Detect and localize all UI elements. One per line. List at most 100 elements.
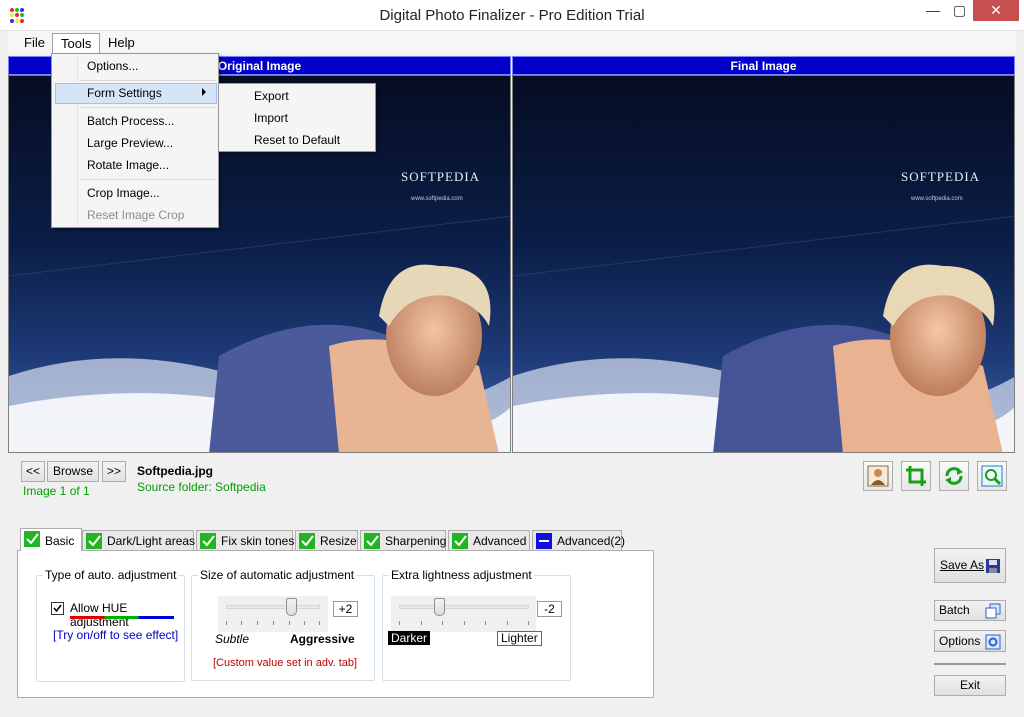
menu-item-form-settings[interactable]: Form Settings bbox=[87, 82, 162, 104]
tab-advanced[interactable]: Advanced bbox=[448, 530, 530, 550]
check-icon bbox=[299, 533, 315, 549]
options-label: Options bbox=[939, 634, 981, 648]
lightness-slider-thumb[interactable] bbox=[434, 598, 445, 616]
tab-sharpening[interactable]: Sharpening bbox=[360, 530, 446, 550]
final-image-header: Final Image bbox=[512, 56, 1015, 75]
auto-adjustment-type-group: Type of auto. adjustment Allow HUE adjus… bbox=[36, 568, 185, 682]
custom-value-note: [Custom value set in adv. tab] bbox=[213, 657, 358, 669]
portrait-icon bbox=[867, 465, 889, 487]
darker-label[interactable]: Darker bbox=[388, 631, 431, 645]
crop-button[interactable] bbox=[901, 461, 931, 491]
menu-item-large-preview[interactable]: Large Preview... bbox=[87, 132, 173, 154]
options-button[interactable]: Options bbox=[934, 630, 1006, 652]
tab-label: Fix skin tones bbox=[221, 534, 295, 548]
tab-label: Resize bbox=[320, 534, 357, 548]
size-slider-ticks bbox=[226, 621, 320, 625]
exit-label: Exit bbox=[959, 678, 980, 692]
filename-label: Softpedia.jpg bbox=[137, 464, 213, 478]
tab-basic[interactable]: Basic bbox=[20, 528, 82, 551]
form-settings-submenu: Export Import Reset to Default bbox=[218, 83, 376, 152]
options-gear-icon bbox=[985, 634, 1001, 650]
browse-button[interactable]: Browse bbox=[47, 461, 99, 482]
menu-item-rotate-image[interactable]: Rotate Image... bbox=[87, 154, 169, 176]
softpedia-url-left: www.softpedia.com bbox=[411, 196, 463, 202]
tab-label: Dark/Light areas bbox=[107, 534, 196, 548]
hue-hint: [Try on/off to see effect] bbox=[53, 628, 179, 642]
save-as-button[interactable]: Save As bbox=[934, 548, 1006, 583]
save-as-label: Save As bbox=[940, 558, 985, 572]
window-title: Digital Photo Finalizer - Pro Edition Tr… bbox=[379, 7, 645, 24]
menu-gutter bbox=[77, 56, 78, 226]
size-value-box[interactable]: +2 bbox=[333, 601, 358, 617]
batch-button[interactable]: Batch bbox=[934, 600, 1006, 621]
title-bar: Digital Photo Finalizer - Pro Edition Tr… bbox=[0, 0, 1024, 31]
allow-hue-label[interactable]: Allow HUE adjustment bbox=[70, 601, 184, 629]
tab-resize[interactable]: Resize bbox=[295, 530, 358, 550]
softpedia-url-right: www.softpedia.com bbox=[911, 196, 963, 202]
allow-hue-checkbox[interactable] bbox=[51, 602, 64, 615]
submenu-arrow-icon bbox=[202, 88, 206, 96]
submenu-item-reset-to-default[interactable]: Reset to Default bbox=[254, 129, 340, 151]
portrait-button[interactable] bbox=[863, 461, 893, 491]
menu-item-reset-image-crop: Reset Image Crop bbox=[87, 208, 185, 222]
menu-help[interactable]: Help bbox=[100, 33, 143, 53]
final-image-panel: SOFTPEDIA www.softpedia.com bbox=[512, 75, 1015, 453]
auto-adjustment-size-group: Size of automatic adjustment +2 Subtle A… bbox=[191, 568, 375, 681]
close-button[interactable]: ✕ bbox=[973, 0, 1019, 21]
menu-separator bbox=[80, 80, 216, 81]
check-icon bbox=[364, 533, 380, 549]
aggressive-label: Aggressive bbox=[290, 632, 355, 646]
final-photo bbox=[513, 215, 1014, 452]
menu-item-crop-image[interactable]: Crop Image... bbox=[87, 182, 160, 204]
basic-tab-panel: Type of auto. adjustment Allow HUE adjus… bbox=[17, 550, 654, 698]
image-counter: Image 1 of 1 bbox=[23, 484, 90, 498]
submenu-item-export[interactable]: Export bbox=[254, 85, 289, 107]
source-folder-label: Source folder: Softpedia bbox=[137, 480, 266, 494]
size-slider-thumb[interactable] bbox=[286, 598, 297, 616]
check-icon bbox=[86, 533, 102, 549]
tab-label: Basic bbox=[45, 534, 75, 548]
lighter-label[interactable]: Lighter bbox=[497, 631, 542, 646]
size-slider-bg bbox=[218, 596, 328, 632]
subtle-label: Subtle bbox=[215, 632, 250, 646]
rotate-button[interactable] bbox=[939, 461, 969, 491]
lightness-slider-track[interactable] bbox=[399, 605, 529, 609]
group-title: Type of auto. adjustment bbox=[43, 568, 179, 582]
tab-fix-skin-tones[interactable]: Fix skin tones bbox=[196, 530, 295, 550]
menu-file[interactable]: File bbox=[16, 33, 53, 53]
tab-label: Sharpening bbox=[385, 534, 447, 548]
check-icon bbox=[200, 533, 216, 549]
zoom-icon bbox=[981, 465, 1003, 487]
group-title: Size of automatic adjustment bbox=[198, 568, 357, 582]
menu-separator bbox=[80, 179, 216, 180]
tab-label: Advanced(2) bbox=[557, 534, 626, 548]
lightness-value-box[interactable]: -2 bbox=[537, 601, 562, 617]
tab-dark-light-areas[interactable]: Dark/Light areas bbox=[82, 530, 196, 550]
exit-button[interactable]: Exit bbox=[934, 675, 1006, 696]
check-icon bbox=[24, 531, 40, 547]
side-divider bbox=[934, 663, 1006, 665]
menu-separator bbox=[80, 107, 216, 108]
crop-icon bbox=[906, 466, 926, 486]
size-slider-track[interactable] bbox=[226, 605, 320, 609]
tab-advanced-2[interactable]: Advanced(2) bbox=[532, 530, 626, 550]
menu-bar: File Tools Help bbox=[8, 31, 1016, 55]
extra-lightness-group: Extra lightness adjustment -2 Darker Lig… bbox=[382, 568, 571, 681]
menu-item-options[interactable]: Options... bbox=[87, 55, 138, 77]
minus-icon bbox=[536, 533, 552, 549]
lightness-slider-bg bbox=[391, 596, 536, 632]
menu-item-batch-process[interactable]: Batch Process... bbox=[87, 110, 174, 132]
tab-label: Advanced bbox=[473, 534, 527, 548]
minimize-button[interactable]: — bbox=[920, 0, 946, 21]
floppy-disk-icon bbox=[986, 559, 1000, 573]
next-image-button[interactable]: >> bbox=[102, 461, 126, 482]
rotate-icon bbox=[945, 467, 963, 485]
maximize-button[interactable]: ▢ bbox=[946, 0, 973, 21]
softpedia-logo-right: SOFTPEDIA bbox=[901, 169, 981, 184]
softpedia-logo-left: SOFTPEDIA bbox=[401, 169, 481, 184]
zoom-button[interactable] bbox=[977, 461, 1007, 491]
menu-tools[interactable]: Tools bbox=[52, 33, 101, 53]
check-icon bbox=[452, 533, 468, 549]
prev-image-button[interactable]: << bbox=[21, 461, 45, 482]
submenu-item-import[interactable]: Import bbox=[254, 107, 288, 129]
